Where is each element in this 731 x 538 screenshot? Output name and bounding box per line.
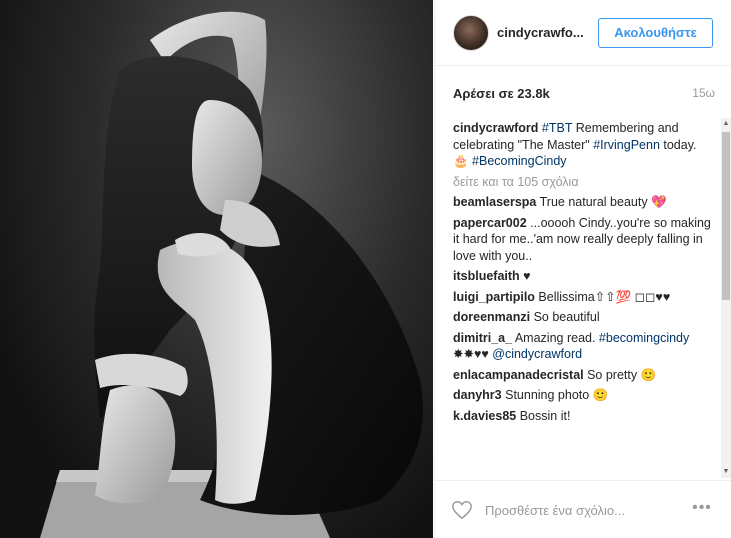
comment-item: danyhr3 Stunning photo 🙂 — [453, 387, 715, 404]
comments-list[interactable]: cindycrawford #TBT Remembering and celeb… — [453, 120, 715, 475]
post-header: cindycrawfo... Ακολουθήστε — [435, 0, 731, 66]
hashtag-link[interactable]: #becomingcindy — [599, 331, 689, 345]
comment-text: Bossin it! — [516, 408, 571, 423]
scroll-up-arrow-icon[interactable]: ▲ — [721, 118, 731, 130]
comment-item: luigi_partipilo Bellissima⇧⇧💯 ◻◻♥♥ — [453, 289, 715, 306]
comment-user[interactable]: dimitri_a_ — [453, 331, 512, 345]
caption-user[interactable]: cindycrawford — [453, 121, 538, 135]
follow-button[interactable]: Ακολουθήστε — [598, 18, 713, 48]
load-more-comments[interactable]: δείτε και τα 105 σχόλια — [453, 174, 715, 191]
comment-item: beamlaserspa True natural beauty 💖 — [453, 194, 715, 211]
comment-text: Amazing read. — [512, 330, 599, 345]
comment-input[interactable] — [485, 501, 675, 519]
more-options-icon[interactable]: ••• — [687, 499, 717, 519]
comment-user[interactable]: enlacampanadecristal — [453, 368, 584, 382]
likes-count[interactable]: Αρέσει σε 23.8k — [453, 86, 550, 101]
comment-user[interactable]: k.davies85 — [453, 409, 516, 423]
comment-item: k.davies85 Bossin it! — [453, 408, 715, 425]
comment-item: doreenmanzi So beautiful — [453, 309, 715, 326]
comment-text: True natural beauty 💖 — [536, 195, 667, 209]
comment-user[interactable]: danyhr3 — [453, 388, 502, 402]
comment-item: papercar002 ...ooooh Cindy..you're so ma… — [453, 215, 715, 265]
comment-item: dimitri_a_ Amazing read. #becomingcindy … — [453, 330, 715, 363]
post-footer: ••• — [435, 480, 731, 538]
heart-icon[interactable] — [451, 499, 473, 521]
comment-user[interactable]: doreenmanzi — [453, 310, 530, 324]
avatar[interactable] — [453, 15, 489, 51]
comment-item: itsbluefaith ♥ — [453, 268, 715, 285]
comment-user[interactable]: papercar002 — [453, 216, 527, 230]
photo-illustration — [40, 11, 424, 538]
comment-user[interactable]: beamlaserspa — [453, 195, 536, 209]
comment-item: enlacampanadecristal So pretty 🙂 — [453, 367, 715, 384]
likes-row: Αρέσει σε 23.8k 15ω — [453, 86, 715, 106]
post-username[interactable]: cindycrawfo... — [497, 25, 584, 40]
comment-text: ♥ — [519, 269, 531, 283]
comment-text: Stunning photo 🙂 — [501, 388, 609, 402]
scroll-down-arrow-icon[interactable]: ▼ — [721, 466, 731, 478]
comment-user[interactable]: itsbluefaith — [453, 269, 520, 283]
comments-scrollbar[interactable]: ▲ ▼ — [721, 118, 731, 478]
scroll-thumb[interactable] — [722, 132, 730, 300]
hashtag-link[interactable]: #IrvingPenn — [593, 138, 660, 152]
post-time[interactable]: 15ω — [692, 86, 715, 100]
caption: cindycrawford #TBT Remembering and celeb… — [453, 120, 715, 170]
mention-link[interactable]: @cindycrawford — [492, 347, 582, 361]
comment-text: ✸✸♥♥ — [453, 347, 493, 361]
comment-text: So beautiful — [530, 310, 600, 324]
post-photo[interactable] — [0, 0, 433, 538]
comment-user[interactable]: luigi_partipilo — [453, 290, 535, 304]
comment-text: Bellissima⇧⇧💯 ◻◻♥♥ — [534, 289, 671, 304]
hashtag-link[interactable]: #BecomingCindy — [472, 154, 567, 168]
comment-text: So pretty 🙂 — [583, 367, 657, 382]
hashtag-link[interactable]: #TBT — [542, 121, 572, 135]
post-details-panel: cindycrawfo... Ακολουθήστε Αρέσει σε 23.… — [434, 0, 731, 538]
